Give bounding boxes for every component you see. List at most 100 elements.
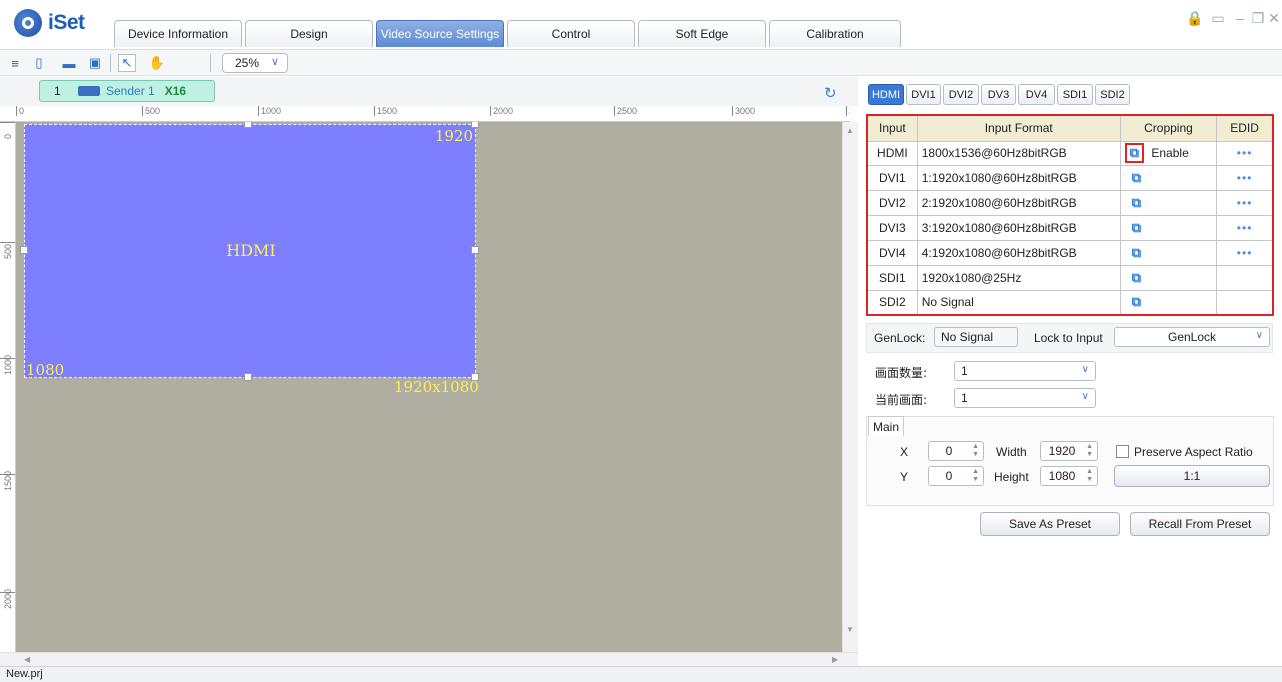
horizontal-scrollbar[interactable]: ◀ ▶: [0, 652, 858, 666]
resize-handle[interactable]: [471, 373, 479, 381]
open-folder-icon[interactable]: ▬: [60, 54, 78, 72]
resize-handle[interactable]: [471, 246, 479, 254]
tab-control[interactable]: Control: [507, 20, 635, 47]
scroll-down-icon[interactable]: ▼: [846, 625, 854, 634]
resize-handle[interactable]: [244, 122, 252, 128]
resize-handle[interactable]: [244, 373, 252, 381]
save-icon[interactable]: ▣: [86, 54, 104, 72]
height-stepper[interactable]: 1080 ▲ ▼: [1040, 466, 1098, 486]
stepper-arrows-icon[interactable]: ▲ ▼: [1086, 443, 1093, 459]
current-picture-value: 1: [961, 391, 968, 405]
vertical-scrollbar[interactable]: ▲ ▼: [842, 122, 858, 652]
chevron-down-icon: ∨: [270, 56, 279, 68]
ruler-label: 2000: [490, 106, 513, 116]
tab-soft-edge[interactable]: Soft Edge: [638, 20, 766, 47]
edid-more-button[interactable]: •••: [1216, 215, 1274, 241]
scroll-left-icon[interactable]: ◀: [24, 655, 30, 664]
edid-more-button[interactable]: •••: [1216, 239, 1274, 266]
scroll-up-icon[interactable]: ▲: [846, 126, 854, 135]
edid-more-button[interactable]: •••: [1216, 190, 1274, 217]
menu-icon[interactable]: ≡: [6, 54, 24, 72]
cropping-cell: ⧉: [1119, 239, 1218, 266]
crop-icon[interactable]: ⧉: [1132, 294, 1141, 309]
genlock-status-value: No Signal: [941, 330, 994, 344]
resize-handle[interactable]: [471, 122, 479, 128]
refresh-icon[interactable]: ↻: [824, 84, 837, 102]
input-name: HDMI: [866, 140, 918, 167]
ruler-label: 1000: [0, 355, 15, 375]
x-stepper[interactable]: 0 ▲ ▼: [928, 441, 984, 461]
input-name: DVI3: [866, 215, 918, 241]
minimize-icon[interactable]: –: [1232, 10, 1248, 26]
input-format: 1:1920x1080@60Hz8bitRGB: [916, 165, 1121, 192]
ruler-label: 0: [0, 122, 15, 139]
tab-calibration[interactable]: Calibration: [769, 20, 901, 47]
width-stepper[interactable]: 1920 ▲ ▼: [1040, 441, 1098, 461]
input-format: No Signal: [916, 289, 1121, 316]
crop-icon[interactable]: ⧉: [1132, 270, 1141, 285]
current-picture-select[interactable]: 1 ∨: [954, 388, 1096, 408]
ratio-button-label: 1:1: [1183, 469, 1201, 483]
close-icon[interactable]: ✕: [1266, 10, 1282, 26]
cropping-cell: ⧉: [1119, 264, 1218, 291]
edid-more-button[interactable]: •••: [1216, 140, 1274, 167]
recall-from-preset-button[interactable]: Recall From Preset: [1130, 512, 1270, 536]
design-canvas[interactable]: HDMI 1920 1080 1920x1080: [16, 122, 842, 652]
sender-device-icon: [78, 86, 100, 96]
save-as-preset-button[interactable]: Save As Preset: [980, 512, 1120, 536]
sender-ports: X16: [164, 84, 187, 98]
picture-count-value: 1: [961, 364, 968, 378]
crop-icon[interactable]: ⧉: [1132, 195, 1141, 210]
source-tab-dv3[interactable]: DV3: [981, 84, 1016, 105]
source-tab-dvi2[interactable]: DVI2: [943, 84, 979, 105]
logo-text: iSet: [48, 11, 85, 34]
lock-to-input-value: GenLock: [1167, 330, 1217, 344]
input-format: 3:1920x1080@60Hz8bitRGB: [916, 215, 1121, 241]
source-tab-label: SDI2: [1100, 88, 1125, 101]
tab-video-source-settings[interactable]: Video Source Settings: [376, 20, 504, 47]
ruler-label: 2500: [614, 106, 637, 116]
stepper-arrows-icon[interactable]: ▲ ▼: [972, 468, 979, 484]
ratio-1-1-button[interactable]: 1:1: [1114, 465, 1270, 487]
crop-enable-label: Enable: [1151, 146, 1189, 161]
ruler-label: 1000: [258, 106, 281, 116]
input-format: 2:1920x1080@60Hz8bitRGB: [916, 190, 1121, 217]
tab-main[interactable]: Main: [868, 416, 904, 436]
monitor-icon[interactable]: ▭: [1210, 10, 1226, 26]
tab-design[interactable]: Design: [245, 20, 373, 47]
crop-icon[interactable]: ⧉: [1132, 170, 1141, 185]
screen-name: HDMI: [226, 241, 276, 260]
source-tab-sdi1[interactable]: SDI1: [1057, 84, 1093, 105]
scroll-right-icon[interactable]: ▶: [832, 655, 838, 664]
table-row: SDI2 No Signal ⧉: [866, 289, 1274, 316]
sender-card[interactable]: 1 Sender 1 X16: [39, 80, 215, 102]
input-name: SDI1: [866, 264, 918, 291]
crop-icon[interactable]: ⧉: [1132, 220, 1141, 235]
picture-count-select[interactable]: 1 ∨: [954, 361, 1096, 381]
screen-layer-hdmi[interactable]: HDMI 1920: [24, 124, 476, 378]
stepper-arrows-icon[interactable]: ▲ ▼: [1086, 468, 1093, 484]
ruler-label: 500: [0, 242, 15, 259]
crop-icon[interactable]: ⧉: [1132, 245, 1141, 260]
chevron-down-icon: ∨: [1255, 330, 1263, 341]
crop-icon[interactable]: ⧉: [1124, 143, 1145, 164]
source-tab-dvi1[interactable]: DVI1: [906, 84, 941, 105]
cropping-cell: ⧉ Enable: [1119, 140, 1218, 167]
resize-handle[interactable]: [20, 246, 28, 254]
edid-more-button[interactable]: •••: [1216, 165, 1274, 192]
preserve-aspect-checkbox[interactable]: [1116, 445, 1129, 458]
restore-icon[interactable]: ❐: [1250, 10, 1266, 26]
source-tab-hdmi[interactable]: HDMI: [868, 84, 904, 105]
zoom-select[interactable]: 25% ∨: [222, 53, 288, 73]
lock-to-input-select[interactable]: GenLock ∨: [1114, 327, 1270, 347]
pan-hand-icon[interactable]: ✋: [148, 54, 166, 72]
app-logo: iSet: [14, 8, 85, 38]
lock-icon[interactable]: 🔒: [1186, 10, 1203, 26]
y-stepper[interactable]: 0 ▲ ▼: [928, 466, 984, 486]
tab-device-information[interactable]: Device Information: [114, 20, 242, 47]
stepper-arrows-icon[interactable]: ▲ ▼: [972, 443, 979, 459]
new-file-icon[interactable]: ▯: [30, 54, 48, 72]
pointer-icon[interactable]: ↖: [118, 54, 136, 72]
source-tab-dv4[interactable]: DV4: [1018, 84, 1055, 105]
source-tab-sdi2[interactable]: SDI2: [1095, 84, 1130, 105]
